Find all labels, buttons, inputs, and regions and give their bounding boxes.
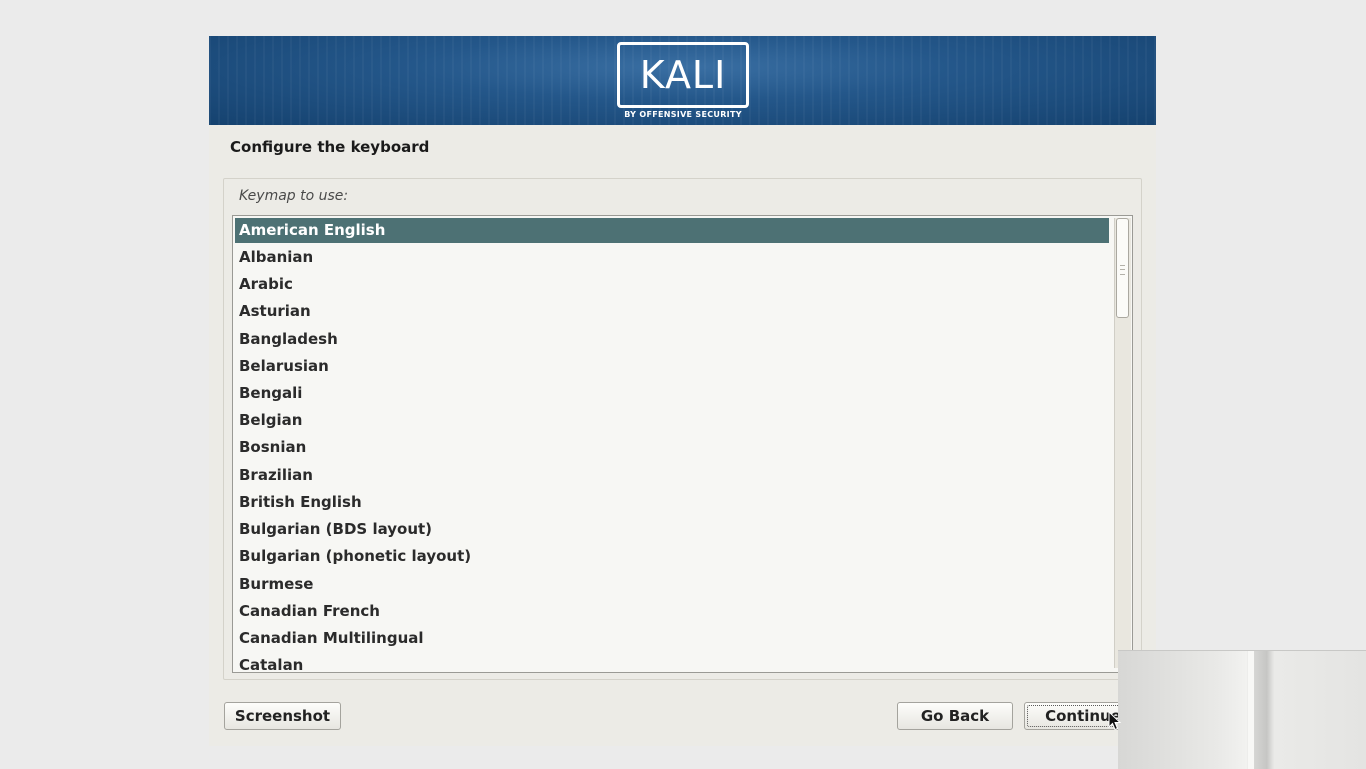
list-item[interactable]: Canadian Multilingual (235, 626, 1109, 651)
grip-icon (1120, 265, 1125, 275)
installer-window: KALI BY OFFENSIVE SECURITY Configure the… (209, 36, 1156, 746)
keymap-scrollbar[interactable] (1114, 218, 1131, 668)
kali-logo-tagline: BY OFFENSIVE SECURITY (624, 110, 742, 119)
list-item[interactable]: Asturian (235, 299, 1109, 324)
kali-logo: KALI (617, 42, 749, 108)
list-item[interactable]: Bulgarian (BDS layout) (235, 517, 1109, 542)
list-item[interactable]: Bulgarian (phonetic layout) (235, 544, 1109, 569)
list-item[interactable]: American English (235, 218, 1109, 243)
list-item[interactable]: Canadian French (235, 599, 1109, 624)
list-item[interactable]: Bangladesh (235, 327, 1109, 352)
keymap-list[interactable]: American English Albanian Arabic Asturia… (232, 215, 1133, 673)
list-item[interactable]: Burmese (235, 572, 1109, 597)
page-title: Configure the keyboard (230, 138, 430, 156)
mouse-pointer-icon (1108, 711, 1122, 731)
go-back-button[interactable]: Go Back (897, 702, 1013, 730)
list-item[interactable]: Belarusian (235, 354, 1109, 379)
list-item[interactable]: Bosnian (235, 435, 1109, 460)
webcam-overlay (1118, 650, 1366, 769)
screenshot-button[interactable]: Screenshot (224, 702, 341, 730)
webcam-background (1248, 651, 1254, 769)
list-item[interactable]: Catalan (235, 653, 1109, 672)
kali-banner: KALI BY OFFENSIVE SECURITY (209, 36, 1156, 125)
list-item[interactable]: British English (235, 490, 1109, 515)
scrollbar-thumb[interactable] (1116, 218, 1129, 318)
list-item[interactable]: Bengali (235, 381, 1109, 406)
list-item[interactable]: Brazilian (235, 463, 1109, 488)
keymap-label: Keymap to use: (239, 188, 349, 204)
keymap-frame: Keymap to use: American English Albanian… (223, 178, 1142, 680)
list-item[interactable]: Belgian (235, 408, 1109, 433)
list-item[interactable]: Arabic (235, 272, 1109, 297)
kali-logo-text: KALI (639, 53, 727, 97)
list-item[interactable]: Albanian (235, 245, 1109, 270)
